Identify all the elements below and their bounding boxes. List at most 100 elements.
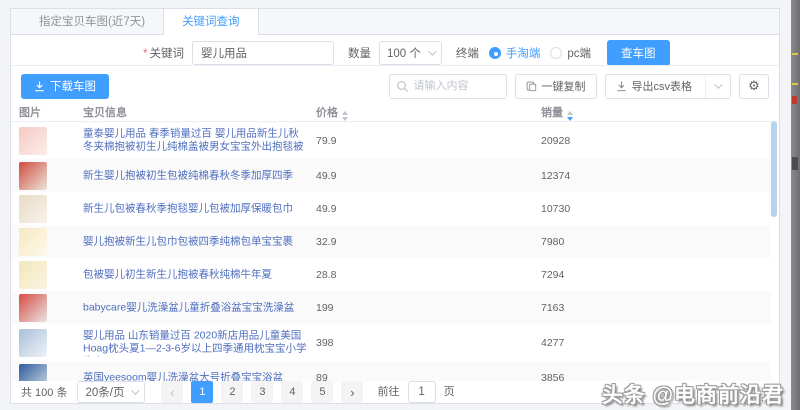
table-row: babycare婴儿洗澡盆儿童折叠浴盆宝宝洗澡盆 199 7163 [11, 291, 771, 324]
product-title-link[interactable]: 包被婴儿初生新生儿抱被春秋纯棉牛年夏 [83, 268, 309, 281]
prev-page-button[interactable]: ‹ [161, 381, 183, 403]
product-price: 28.8 [316, 269, 336, 281]
edge-mark [792, 96, 797, 104]
product-title-link[interactable]: 婴儿用品 山东销量过百 2020新店用品儿童美国Hoag枕头夏1—2-3-6岁以… [83, 329, 309, 356]
pagination: 共 100 条 20条/页 ‹ 1 2 3 4 5 › 前往 页 [21, 380, 455, 404]
product-price: 79.9 [316, 135, 336, 147]
product-price: 398 [316, 337, 334, 349]
download-images-button[interactable]: 下载车图 [21, 74, 109, 99]
product-sales: 3856 [541, 372, 564, 382]
vertical-scrollbar-thumb[interactable] [771, 121, 777, 217]
chevron-down-icon [132, 386, 140, 394]
table-row: 婴儿用品 山东销量过百 2020新店用品儿童美国Hoag枕头夏1—2-3-6岁以… [11, 324, 771, 361]
page-button-3[interactable]: 3 [251, 381, 273, 403]
product-thumbnail[interactable] [19, 162, 47, 190]
table-row: 童泰婴儿用品 春季销量过百 婴儿用品新生儿秋冬夹棉抱被初生儿纯棉盖被男女宝宝外出… [11, 122, 771, 159]
tab-keyword-query[interactable]: 关键词查询 [163, 9, 259, 35]
table-row: 新生儿包被春秋季抱毯婴儿包被加厚保暖包巾 49.9 10730 [11, 192, 771, 225]
keyword-input[interactable] [192, 41, 334, 65]
column-header-sales: 销量 [541, 104, 573, 121]
goto-page-input[interactable] [408, 381, 436, 403]
copy-icon [526, 81, 537, 92]
export-csv-dropdown[interactable]: 导出csv表格 [605, 74, 732, 99]
product-title-link[interactable]: 新生儿包被春秋季抱毯婴儿包被加厚保暖包巾 [83, 202, 309, 215]
product-price: 49.9 [316, 170, 336, 182]
page-button-1[interactable]: 1 [191, 381, 213, 403]
export-icon [616, 81, 627, 92]
divider [11, 65, 779, 66]
page-size-value: 20条/页 [85, 384, 124, 400]
product-sales: 7980 [541, 236, 564, 248]
required-asterisk: * [143, 48, 147, 60]
query-images-button[interactable]: 查车图 [607, 40, 670, 66]
page-button-2[interactable]: 2 [221, 381, 243, 403]
table-row: 包被婴儿初生新生儿抱被春秋纯棉牛年夏 28.8 7294 [11, 258, 771, 291]
product-sales: 20928 [541, 135, 570, 147]
page-button-4[interactable]: 4 [281, 381, 303, 403]
column-header-item-info: 宝贝信息 [83, 104, 127, 120]
keyword-label: *关键词 [143, 45, 184, 61]
column-header-image: 图片 [19, 104, 41, 120]
table-toolbar: 下载车图 一键复制 导出csv表格 ⚙ [21, 73, 769, 99]
product-thumbnail[interactable] [19, 294, 47, 322]
goto-page: 前往 页 [377, 381, 454, 403]
edge-mark [792, 157, 798, 170]
radio-pc[interactable] [550, 47, 562, 59]
quantity-select[interactable]: 100 个 [379, 41, 442, 65]
product-thumbnail[interactable] [19, 364, 47, 382]
tab-bar: 指定宝贝车图(近7天) 关键词查询 [11, 9, 779, 35]
table-body: 童泰婴儿用品 春季销量过百 婴儿用品新生儿秋冬夹棉抱被初生儿纯棉盖被男女宝宝外出… [11, 122, 771, 381]
terminal-label: 终端 [456, 45, 479, 61]
table-row: 新生婴儿抱被初生包被纯棉春秋冬季加厚四季 49.9 12374 [11, 159, 771, 192]
pagination-total: 共 100 条 [21, 384, 67, 400]
product-sales: 7163 [541, 302, 564, 314]
quantity-select-value: 100 个 [387, 45, 421, 61]
product-sales: 7294 [541, 269, 564, 281]
page-button-5[interactable]: 5 [311, 381, 333, 403]
gear-icon: ⚙ [748, 78, 760, 94]
product-thumbnail[interactable] [19, 329, 47, 357]
sales-sort-control[interactable] [567, 111, 573, 121]
table-search [389, 74, 507, 99]
product-title-link[interactable]: 童泰婴儿用品 春季销量过百 婴儿用品新生儿秋冬夹棉抱被初生儿纯棉盖被男女宝宝外出… [83, 127, 309, 154]
radio-mobile-taobao[interactable] [489, 47, 501, 59]
product-price: 199 [316, 302, 334, 314]
main-panel: 指定宝贝车图(近7天) 关键词查询 *关键词 数量 100 个 终端 手淘端 p… [10, 8, 780, 404]
product-title-link[interactable]: 婴儿抱被新生儿包巾包被四季纯棉包单宝宝裹 [83, 235, 309, 248]
product-thumbnail[interactable] [19, 195, 47, 223]
product-title-link[interactable]: babycare婴儿洗澡盆儿童折叠浴盆宝宝洗澡盆 [83, 301, 309, 314]
goto-unit: 页 [444, 386, 455, 398]
keyword-query-form: *关键词 数量 100 个 终端 手淘端 pc端 查车图 [143, 40, 670, 66]
search-icon [396, 80, 409, 93]
product-price: 32.9 [316, 236, 336, 248]
page-size-select[interactable]: 20条/页 [77, 381, 145, 403]
tab-specified-item-images[interactable]: 指定宝贝车图(近7天) [21, 9, 163, 35]
watermark-text: 头条 @电商前沿君 [602, 379, 784, 409]
product-thumbnail[interactable] [19, 127, 47, 155]
goto-label: 前往 [377, 386, 399, 398]
product-thumbnail[interactable] [19, 228, 47, 256]
price-sort-control[interactable] [342, 111, 348, 121]
next-page-button[interactable]: › [341, 381, 363, 403]
radio-mobile-taobao-label[interactable]: 手淘端 [506, 45, 541, 61]
download-icon [34, 81, 45, 92]
quantity-label: 数量 [348, 45, 371, 61]
product-sales: 10730 [541, 203, 570, 215]
copy-all-button[interactable]: 一键复制 [515, 74, 597, 99]
table-header: 图片 宝贝信息 价格 销量 [11, 101, 771, 122]
chevron-down-icon [714, 80, 722, 88]
column-header-price: 价格 [316, 104, 348, 121]
product-sales: 12374 [541, 170, 570, 182]
product-price: 49.9 [316, 203, 336, 215]
edge-mark [792, 83, 798, 85]
chevron-down-icon [428, 47, 436, 55]
chevron-left-icon: ‹ [170, 385, 174, 400]
product-thumbnail[interactable] [19, 261, 47, 289]
column-settings-button[interactable]: ⚙ [739, 74, 769, 99]
product-sales: 4277 [541, 337, 564, 349]
product-title-link[interactable]: 新生婴儿抱被初生包被纯棉春秋冬季加厚四季 [83, 169, 309, 182]
radio-pc-label[interactable]: pc端 [567, 45, 591, 61]
table-row: 婴儿抱被新生儿包巾包被四季纯棉包单宝宝裹 32.9 7980 [11, 225, 771, 258]
screen-edge-artifact [791, 0, 800, 410]
edge-mark [792, 53, 798, 55]
